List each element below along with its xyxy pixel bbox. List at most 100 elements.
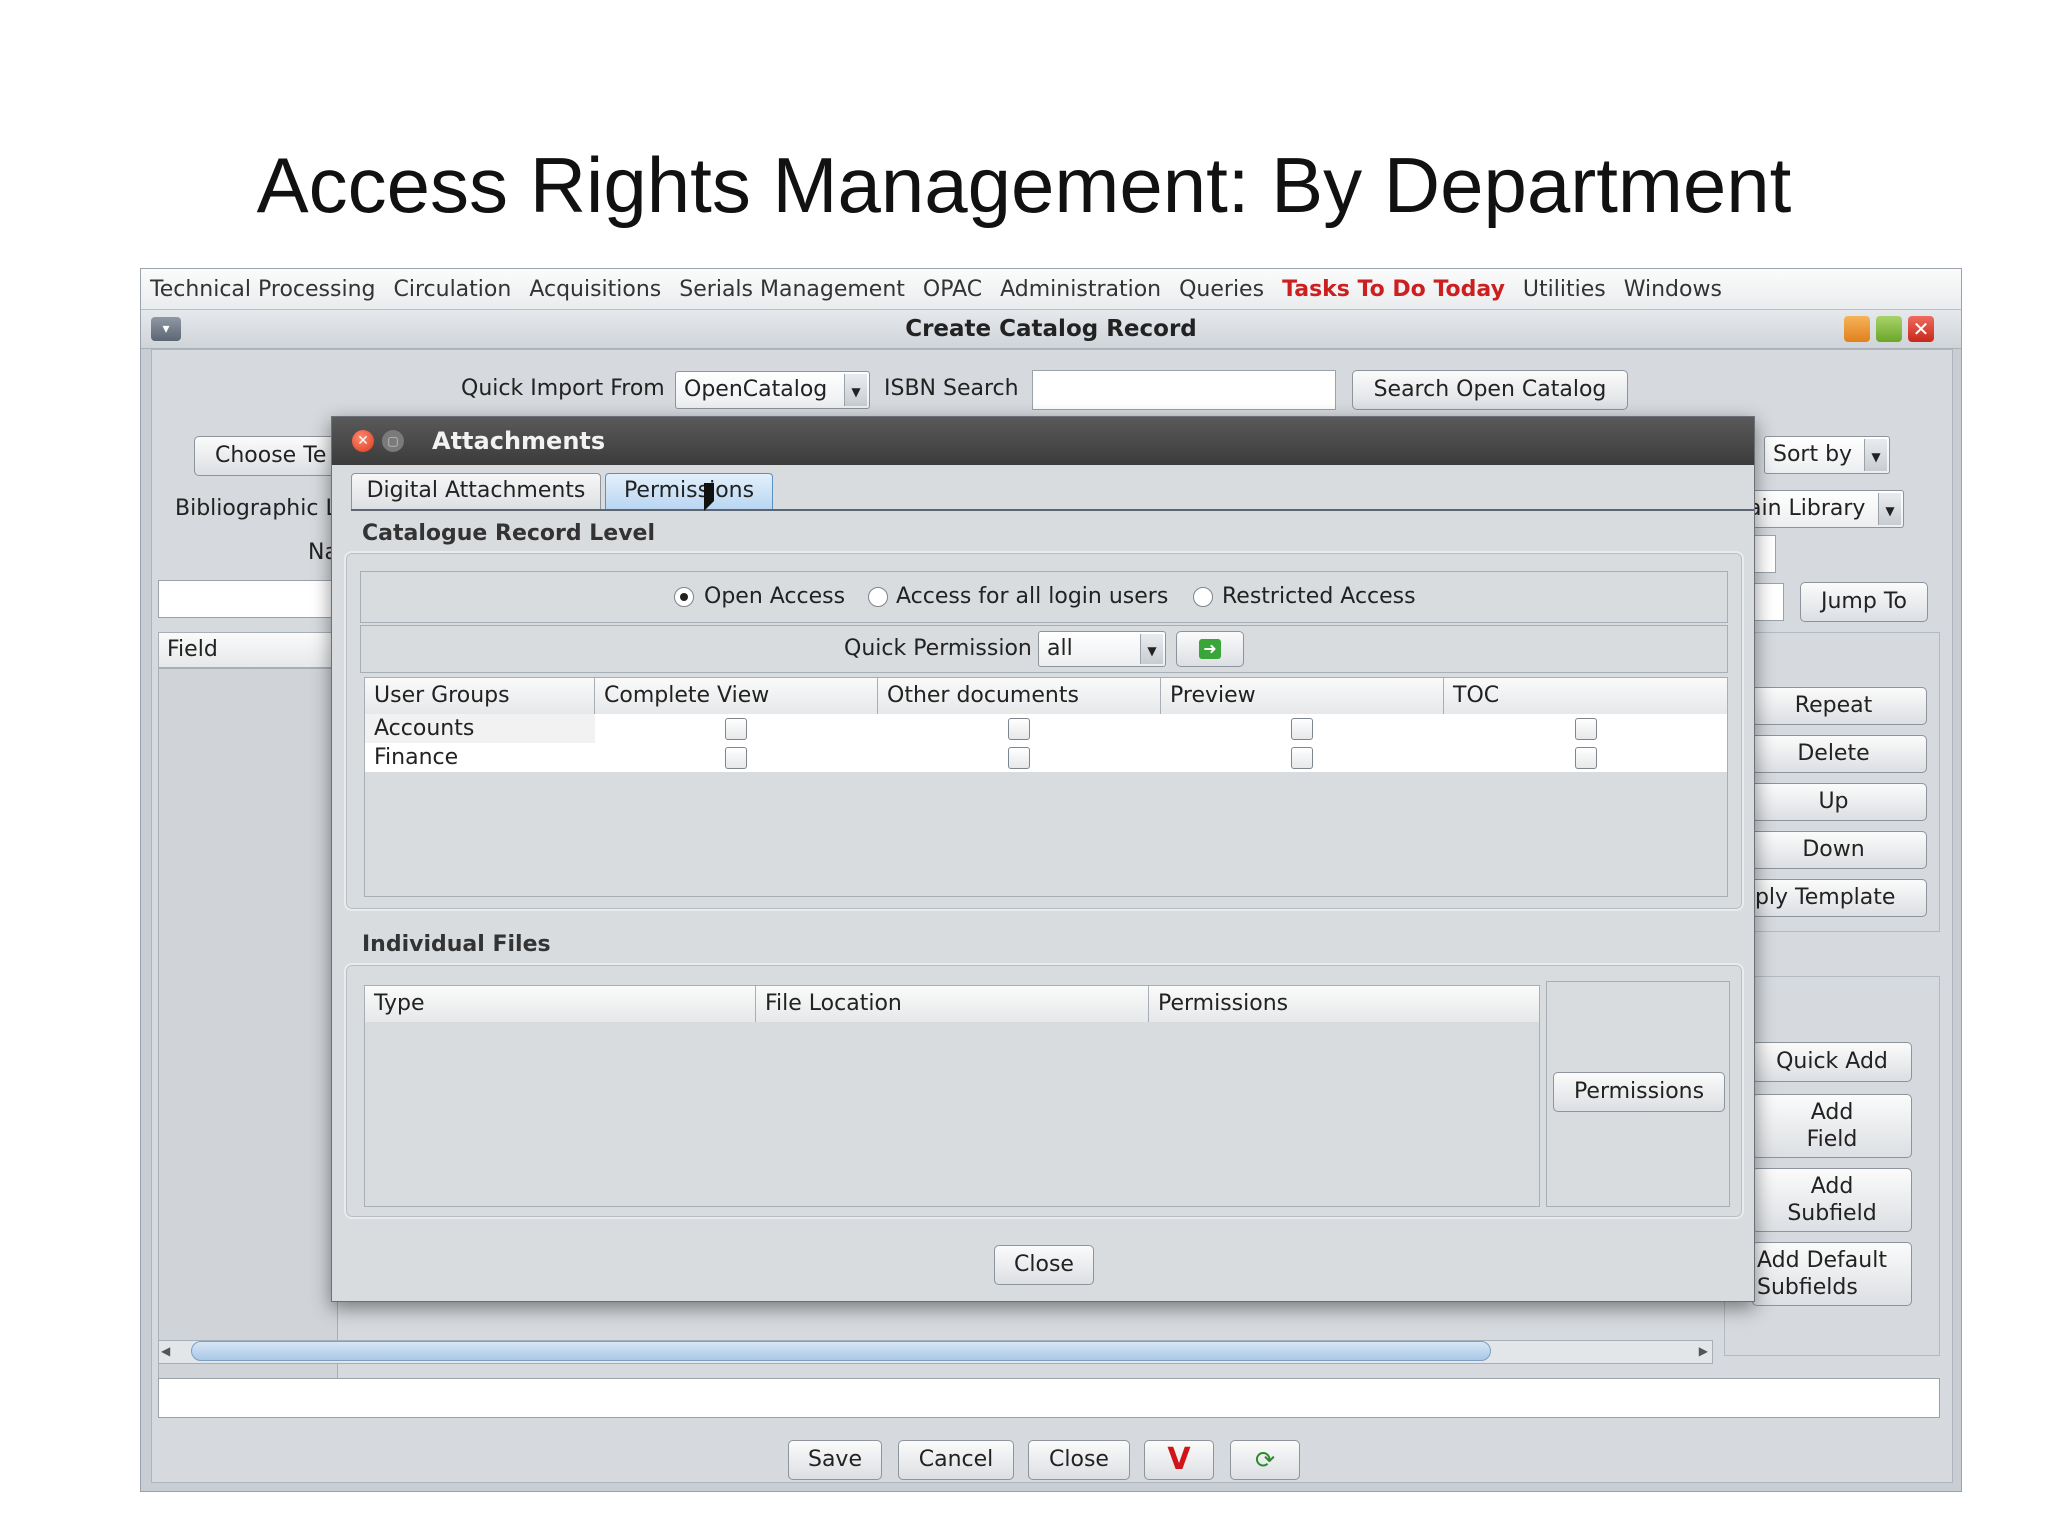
minimize-icon[interactable] [1844,316,1870,342]
file-permissions-button[interactable]: Permissions [1553,1072,1725,1112]
menu-utilities[interactable]: Utilities [1514,277,1615,302]
chevron-down-icon: ▼ [1140,634,1163,664]
down-button[interactable]: Down [1740,831,1927,869]
row-group-name: Finance [374,745,459,770]
menu-bar: Technical Processing Circulation Acquisi… [141,269,1961,310]
delete-button[interactable]: Delete [1740,735,1927,773]
tab-divider [351,509,1754,511]
maximize-icon[interactable] [1876,316,1902,342]
slide-title: Access Rights Management: By Department [256,141,1792,229]
status-input[interactable] [158,1378,1940,1418]
complete-view-checkbox[interactable] [725,747,747,769]
window-title: Create Catalog Record [905,316,1197,342]
library-select[interactable]: ain Library ▼ [1744,490,1904,528]
close-button[interactable]: Close [1028,1440,1130,1480]
login-users-radio[interactable] [868,587,888,607]
attachments-dialog: ✕ ▢ Attachments Digital Attachments Perm… [331,416,1755,1302]
field-list[interactable] [158,668,338,1388]
scroll-left-icon[interactable]: ◀ [161,1344,170,1358]
quick-permission-label: Quick Permission [844,636,1032,661]
tab-permissions[interactable]: Permissions [605,473,773,509]
field-column-header[interactable]: Field [158,632,338,668]
isbn-search-label: ISBN Search [884,376,1019,401]
col-user-groups[interactable]: User Groups [365,678,595,714]
window-menu-icon[interactable]: ▾ [151,317,181,341]
bibliographic-label: Bibliographic L [175,496,338,521]
save-button[interactable]: Save [788,1440,882,1480]
cancel-button[interactable]: Cancel [898,1440,1014,1480]
permissions-table: User Groups Complete View Other document… [364,677,1728,897]
quick-add-button[interactable]: Quick Add [1752,1042,1912,1082]
choose-template-button[interactable]: Choose Te [194,436,344,476]
record-level-group: Open Access Access for all login users R… [344,551,1744,911]
up-button[interactable]: Up [1740,783,1927,821]
col-type[interactable]: Type [365,986,756,1022]
horizontal-scrollbar[interactable]: ◀ ▶ [158,1340,1713,1364]
chevron-down-icon: ▼ [1864,439,1887,471]
table-row[interactable]: Accounts [365,714,1727,743]
dialog-maximize-icon[interactable]: ▢ [382,430,404,452]
dialog-close-icon[interactable]: ✕ [352,430,374,452]
other-documents-checkbox[interactable] [1008,747,1030,769]
dialog-title: Attachments [432,427,606,455]
toc-checkbox[interactable] [1575,747,1597,769]
menu-circulation[interactable]: Circulation [385,277,521,302]
close-window-icon[interactable]: ✕ [1908,316,1934,342]
complete-view-checkbox[interactable] [725,718,747,740]
tag-input[interactable] [158,580,338,618]
row-group-name: Accounts [365,714,595,743]
table-row[interactable]: Finance [365,743,1727,772]
search-open-catalog-button[interactable]: Search Open Catalog [1352,370,1628,410]
restricted-access-radio[interactable] [1193,587,1213,607]
repeat-button[interactable]: Repeat [1740,687,1927,725]
col-file-permissions[interactable]: Permissions [1149,986,1539,1022]
sort-by-select[interactable]: Sort by ▼ [1764,436,1890,474]
menu-acquisitions[interactable]: Acquisitions [520,277,670,302]
quick-permission-value: all [1047,636,1073,661]
quick-import-value: OpenCatalog [684,377,828,402]
scroll-right-icon[interactable]: ▶ [1699,1344,1708,1358]
quick-permission-row: Quick Permission all ▼ ➜ [360,625,1728,673]
tab-digital-attachments[interactable]: Digital Attachments [351,473,601,509]
menu-administration[interactable]: Administration [991,277,1170,302]
files-table: Type File Location Permissions [364,985,1540,1207]
library-value: ain Library [1748,496,1866,521]
menu-tasks-to-do-today[interactable]: Tasks To Do Today [1273,277,1514,302]
isbn-search-input[interactable] [1032,370,1336,410]
menu-technical-processing[interactable]: Technical Processing [141,277,385,302]
apply-permission-button[interactable]: ➜ [1176,631,1244,667]
dialog-titlebar: ✕ ▢ Attachments [332,417,1754,465]
col-preview[interactable]: Preview [1161,678,1444,714]
open-access-radio[interactable] [674,587,694,607]
add-default-subfields-button[interactable]: Add Default Subfields [1752,1242,1912,1306]
preview-checkbox[interactable] [1291,718,1313,740]
mouse-cursor-icon [704,483,714,511]
col-complete-view[interactable]: Complete View [595,678,878,714]
preview-checkbox[interactable] [1291,747,1313,769]
other-documents-checkbox[interactable] [1008,718,1030,740]
menu-serials-management[interactable]: Serials Management [670,277,914,302]
col-toc[interactable]: TOC [1444,678,1727,714]
add-field-button[interactable]: Add Field [1752,1094,1912,1158]
window-titlebar: Create Catalog Record ▾ ✕ [141,310,1961,349]
restricted-access-label: Restricted Access [1222,584,1416,609]
col-file-location[interactable]: File Location [756,986,1149,1022]
quick-import-label: Quick Import From [461,376,665,401]
refresh-icon[interactable]: ⟳ [1230,1440,1300,1480]
individual-files-label: Individual Files [362,932,551,957]
access-options-row: Open Access Access for all login users R… [360,571,1728,623]
jump-to-button[interactable]: Jump To [1800,582,1928,622]
validate-icon[interactable]: V [1144,1440,1214,1480]
menu-queries[interactable]: Queries [1170,277,1273,302]
col-other-documents[interactable]: Other documents [878,678,1161,714]
chevron-down-icon: ▼ [1878,493,1901,525]
dialog-close-button[interactable]: Close [994,1245,1094,1285]
quick-permission-select[interactable]: all ▼ [1038,631,1166,667]
menu-windows[interactable]: Windows [1615,277,1731,302]
add-subfield-button[interactable]: Add Subfield [1752,1168,1912,1232]
scrollbar-thumb[interactable] [191,1341,1491,1361]
apply-template-button[interactable]: pply Template [1740,879,1927,917]
quick-import-select[interactable]: OpenCatalog ▼ [675,371,870,409]
toc-checkbox[interactable] [1575,718,1597,740]
menu-opac[interactable]: OPAC [914,277,991,302]
